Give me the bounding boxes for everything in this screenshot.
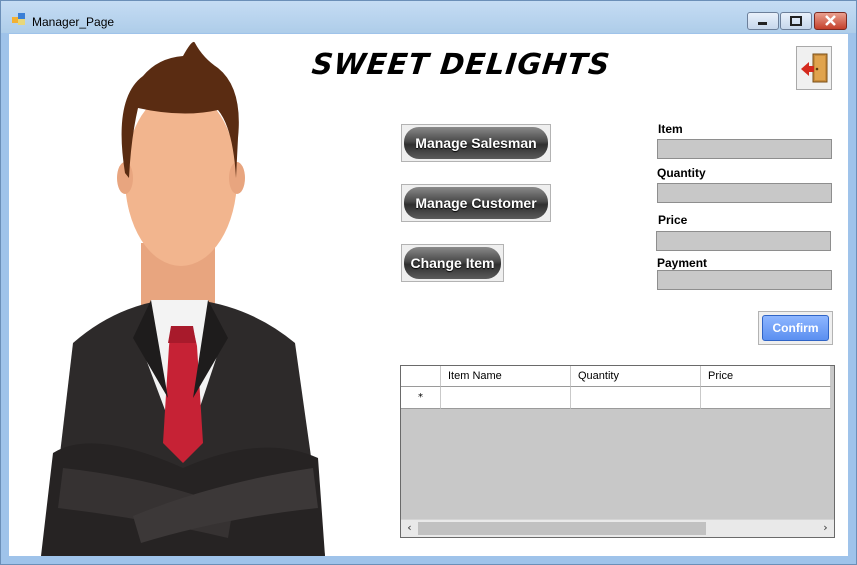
item-field[interactable] <box>657 139 832 159</box>
brand-logo: SWEET DELIGHTS <box>310 47 613 81</box>
manage-salesman-button[interactable]: Manage Salesman <box>401 124 551 162</box>
exit-button[interactable] <box>796 46 832 90</box>
close-button[interactable] <box>814 12 847 30</box>
maximize-icon <box>790 16 802 26</box>
manager-window: Manager_Page SWEET DELIGHTS Manage Sales… <box>0 0 857 565</box>
confirm-button[interactable]: Confirm <box>758 311 833 345</box>
manage-salesman-label: Manage Salesman <box>404 127 548 159</box>
new-row-item-name-cell[interactable] <box>441 387 571 409</box>
row-header-corner <box>401 366 441 387</box>
horizontal-scrollbar[interactable]: ‹ › <box>401 519 834 537</box>
exit-door-icon <box>801 53 828 83</box>
item-label: Item <box>658 122 683 136</box>
column-header-item-name[interactable]: Item Name <box>441 366 571 387</box>
new-row-marker[interactable]: * <box>401 387 441 409</box>
minimize-icon <box>758 22 767 25</box>
title-bar[interactable]: Manager_Page <box>1 1 856 33</box>
confirm-label: Confirm <box>762 315 829 341</box>
manage-customer-label: Manage Customer <box>404 187 548 219</box>
close-icon <box>825 15 836 26</box>
price-label: Price <box>658 213 688 227</box>
app-icon <box>12 13 25 25</box>
window-title: Manager_Page <box>32 15 115 29</box>
manager-avatar-image <box>41 41 325 556</box>
quantity-label: Quantity <box>657 166 706 180</box>
manage-customer-button[interactable]: Manage Customer <box>401 184 551 222</box>
column-header-price[interactable]: Price <box>701 366 831 387</box>
items-datagrid[interactable]: Item Name Quantity Price * ‹ › <box>400 365 835 538</box>
change-item-button[interactable]: Change Item <box>401 244 504 282</box>
scroll-left-arrow-icon[interactable]: ‹ <box>401 520 418 537</box>
form-client-area: SWEET DELIGHTS Manage Salesman Manage Cu… <box>9 34 848 556</box>
maximize-button[interactable] <box>780 12 812 30</box>
price-field[interactable] <box>656 231 831 251</box>
scroll-right-arrow-icon[interactable]: › <box>817 520 834 537</box>
column-header-quantity[interactable]: Quantity <box>571 366 701 387</box>
scrollbar-thumb[interactable] <box>418 522 706 535</box>
quantity-field[interactable] <box>657 183 832 203</box>
change-item-label: Change Item <box>404 247 501 279</box>
payment-field[interactable] <box>657 270 832 290</box>
minimize-button[interactable] <box>747 12 779 30</box>
new-row-price-cell[interactable] <box>701 387 831 409</box>
new-row-quantity-cell[interactable] <box>571 387 701 409</box>
payment-label: Payment <box>657 256 708 270</box>
